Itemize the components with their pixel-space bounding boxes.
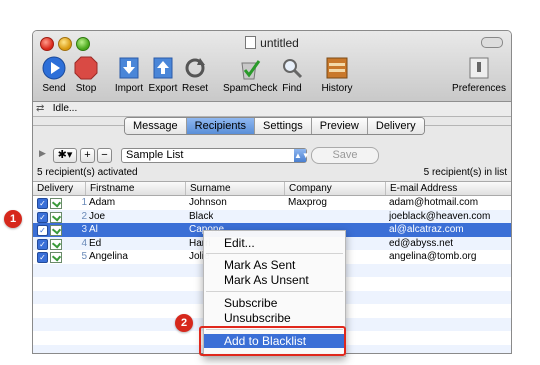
firstname-cell: Joe (89, 210, 106, 222)
find-label: Find (282, 83, 302, 94)
surname-cell: Black (189, 210, 214, 222)
preferences-button[interactable]: Preferences (451, 55, 507, 94)
email-cell: adam@hotmail.com (389, 197, 479, 208)
delivery-checkbox[interactable]: ✓ (37, 198, 48, 209)
spamcheck-label: SpamCheck (223, 83, 278, 94)
col-company[interactable]: Company (284, 182, 385, 195)
title-bar: untitled Send Stop Import Export Reset S… (33, 31, 511, 102)
import-label: Import (114, 83, 144, 94)
email-cell: ed@abyss.net (389, 237, 454, 249)
callout-badge-2: 2 (175, 314, 193, 332)
preferences-label: Preferences (452, 83, 506, 94)
tab-bar: Message Recipients Settings Preview Deli… (124, 117, 425, 135)
disclosure-triangle-icon[interactable]: ▶ (39, 148, 46, 159)
activated-count: 5 recipient(s) activated (37, 167, 138, 178)
gear-menu-button[interactable]: ✱▾ (53, 148, 77, 163)
reset-label: Reset (181, 83, 209, 94)
tab-delivery[interactable]: Delivery (367, 118, 424, 134)
stop-icon (73, 55, 99, 81)
firstname-cell: Ed (89, 237, 102, 249)
firstname-cell: Angelina (89, 251, 128, 262)
document-icon (245, 36, 257, 49)
export-icon (150, 55, 176, 81)
col-delivery[interactable]: Delivery (33, 182, 85, 195)
table-header: Delivery Firstname Surname Company E-mai… (33, 182, 511, 196)
find-button[interactable]: Find (279, 55, 305, 94)
import-button[interactable]: Import (113, 55, 145, 94)
list-select-value: Sample List (126, 149, 184, 161)
stop-label: Stop (75, 83, 97, 94)
tab-settings[interactable]: Settings (255, 118, 312, 134)
envelope-check-icon (50, 225, 62, 236)
add-list-button[interactable]: + (80, 148, 95, 163)
delivery-checkbox[interactable]: ✓ (37, 225, 48, 236)
row-number: 3 (81, 224, 87, 235)
row-number: 2 (81, 210, 87, 222)
export-button[interactable]: Export (147, 55, 179, 94)
company-cell: Maxprog (288, 197, 327, 208)
tab-recipients[interactable]: Recipients (186, 118, 255, 134)
email-cell: angelina@tomb.org (389, 251, 477, 262)
envelope-check-icon (50, 238, 62, 250)
remove-list-button[interactable]: − (97, 148, 112, 163)
export-label: Export (148, 83, 178, 94)
list-select[interactable]: Sample List ▲▼ (121, 148, 310, 163)
status-text: Idle... (52, 103, 78, 114)
send-button[interactable]: Send (37, 55, 71, 94)
highlight-box (199, 326, 346, 356)
reset-button[interactable]: Reset (181, 55, 209, 94)
tab-message[interactable]: Message (125, 118, 187, 134)
status-bar: ⇄ Idle... (33, 102, 511, 117)
col-surname[interactable]: Surname (185, 182, 284, 195)
history-button[interactable]: History (317, 55, 357, 94)
surname-cell: Johnson (189, 197, 227, 208)
window-title-text: untitled (260, 36, 299, 50)
activity-icon: ⇄ (36, 103, 45, 114)
menu-separator (206, 253, 343, 254)
send-icon (41, 55, 67, 81)
window-title: untitled (33, 36, 511, 50)
menu-item-mark-as-unsent[interactable]: Mark As Unsent (204, 273, 345, 287)
list-count: 5 recipient(s) in list (423, 167, 507, 178)
history-icon (324, 55, 350, 81)
firstname-cell: Al (89, 224, 98, 235)
envelope-check-icon (50, 211, 62, 223)
callout-badge-1: 1 (4, 210, 22, 228)
menu-item-subscribe[interactable]: Subscribe (204, 296, 345, 310)
import-icon (116, 55, 142, 81)
reset-icon (182, 55, 208, 81)
spamcheck-icon (236, 55, 262, 81)
email-cell: al@alcatraz.com (389, 224, 464, 235)
email-cell: joeblack@heaven.com (389, 210, 491, 222)
delivery-checkbox[interactable]: ✓ (37, 211, 48, 223)
menu-item-mark-as-sent[interactable]: Mark As Sent (204, 258, 345, 272)
list-toolbar: ▶ ✱▾ + − Sample List ▲▼ Save (33, 145, 511, 165)
menu-separator (206, 291, 343, 292)
row-number: 5 (81, 251, 87, 262)
col-firstname[interactable]: Firstname (85, 182, 185, 195)
toolbar-toggle-button[interactable] (481, 37, 503, 48)
preferences-icon (466, 55, 492, 81)
delivery-checkbox[interactable]: ✓ (37, 238, 48, 250)
row-number: 1 (81, 197, 87, 208)
envelope-check-icon (50, 252, 62, 263)
delivery-checkbox[interactable]: ✓ (37, 252, 48, 263)
magnifier-icon (279, 55, 305, 81)
spamcheck-button[interactable]: SpamCheck (223, 55, 278, 94)
firstname-cell: Adam (89, 197, 116, 208)
envelope-check-icon (50, 198, 62, 209)
select-arrows-icon: ▲▼ (294, 149, 310, 162)
tab-preview[interactable]: Preview (311, 118, 368, 134)
history-label: History (321, 83, 353, 94)
save-button[interactable]: Save (311, 147, 379, 164)
col-email[interactable]: E-mail Address (385, 182, 511, 195)
table-row[interactable]: ✓ 2 Joe Black joeblack@heaven.com (33, 209, 511, 223)
menu-item-edit[interactable]: Edit... (204, 236, 345, 250)
table-row[interactable]: ✓ 1 Adam Johnson Maxprog adam@hotmail.co… (33, 196, 511, 210)
stop-button[interactable]: Stop (71, 55, 101, 94)
menu-item-unsubscribe[interactable]: Unsubscribe (204, 311, 345, 325)
send-label: Send (42, 83, 66, 94)
row-number: 4 (81, 237, 87, 249)
